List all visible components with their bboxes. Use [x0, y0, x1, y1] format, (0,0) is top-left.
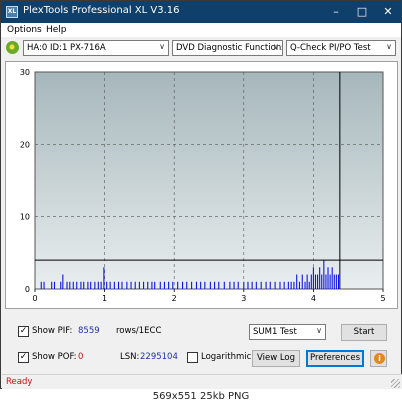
- y-tick-label: 0: [25, 285, 30, 294]
- chevron-down-icon: ∨: [273, 42, 279, 51]
- app-window: XL PlexTools Professional XL V3.16 – □ ✕…: [0, 0, 402, 389]
- logarithmic-checkbox[interactable]: [187, 352, 198, 363]
- start-button[interactable]: Start: [341, 324, 387, 341]
- pif-unit: rows/1ECC: [116, 326, 162, 336]
- lsn-value: 2295104: [140, 352, 178, 362]
- y-tick-label: 20: [20, 140, 30, 149]
- status-text: Ready: [6, 377, 33, 387]
- x-tick-label: 5: [380, 294, 385, 303]
- status-bar: Ready: [2, 374, 402, 389]
- chevron-down-icon: ∨: [159, 42, 165, 51]
- drive-select-value: HA:0 ID:1 PX-716A: [27, 43, 106, 53]
- logarithmic-label: Logarithmic: [201, 352, 252, 362]
- menu-options[interactable]: Options: [7, 25, 42, 35]
- resize-grip-icon[interactable]: [391, 379, 400, 388]
- function-select[interactable]: DVD Diagnostic Functions ∨: [172, 40, 283, 56]
- title-bar[interactable]: XL PlexTools Professional XL V3.16 – □ ✕: [1, 1, 401, 23]
- menu-help[interactable]: Help: [46, 25, 67, 35]
- chevron-down-icon: ∨: [386, 42, 392, 51]
- sum-test-value: SUM1 Test: [253, 327, 297, 337]
- control-panel: ✓ Show PIF: 8559 rows/1ECC SUM1 Test ∨ S…: [5, 313, 398, 373]
- check-icon: ✓: [19, 326, 28, 336]
- pif-value: 8559: [78, 326, 100, 336]
- lsn-label: LSN:: [120, 352, 140, 362]
- x-tick-label: 4: [311, 294, 316, 303]
- x-tick-label: 3: [241, 294, 246, 303]
- image-caption: 569x551 25kb PNG: [0, 389, 402, 404]
- function-select-value: DVD Diagnostic Functions: [176, 43, 283, 53]
- view-log-button[interactable]: View Log: [252, 350, 300, 367]
- plot-area: [34, 71, 384, 290]
- show-pif-checkbox[interactable]: ✓: [18, 326, 29, 337]
- y-tick-label: 10: [20, 213, 30, 222]
- info-icon: i: [374, 353, 385, 364]
- drive-select[interactable]: HA:0 ID:1 PX-716A ∨: [23, 40, 169, 56]
- show-pof-checkbox[interactable]: ✓: [18, 352, 29, 363]
- info-button[interactable]: i: [370, 350, 387, 367]
- toolbar: HA:0 ID:1 PX-716A ∨ DVD Diagnostic Funct…: [1, 38, 401, 58]
- app-icon: XL: [6, 6, 18, 18]
- pi-po-chart: 0 1 2 3 4 5 0 10 20 30: [5, 61, 398, 309]
- y-tick-label: 30: [20, 68, 30, 77]
- test-select-value: Q-Check PI/PO Test: [290, 43, 371, 53]
- chart-svg: 0 1 2 3 4 5 0 10 20 30: [20, 68, 386, 303]
- close-button[interactable]: ✕: [375, 1, 401, 23]
- x-tick-label: 2: [172, 294, 177, 303]
- test-select[interactable]: Q-Check PI/PO Test ∨: [286, 40, 396, 56]
- menu-bar: Options Help: [1, 23, 401, 37]
- maximize-button[interactable]: □: [349, 1, 375, 23]
- sum-test-select[interactable]: SUM1 Test ∨: [249, 324, 326, 340]
- x-tick-label: 1: [102, 294, 107, 303]
- x-tick-label: 0: [32, 294, 37, 303]
- show-pof-label: Show POF:: [32, 352, 77, 362]
- show-pif-label: Show PIF:: [32, 326, 73, 336]
- minimize-button[interactable]: –: [323, 1, 349, 23]
- chevron-down-icon: ∨: [316, 326, 322, 335]
- check-icon: ✓: [19, 352, 28, 362]
- preferences-button[interactable]: Preferences: [306, 350, 364, 367]
- window-title: PlexTools Professional XL V3.16: [23, 5, 180, 16]
- pof-value: 0: [78, 352, 84, 362]
- disc-icon: [6, 41, 19, 54]
